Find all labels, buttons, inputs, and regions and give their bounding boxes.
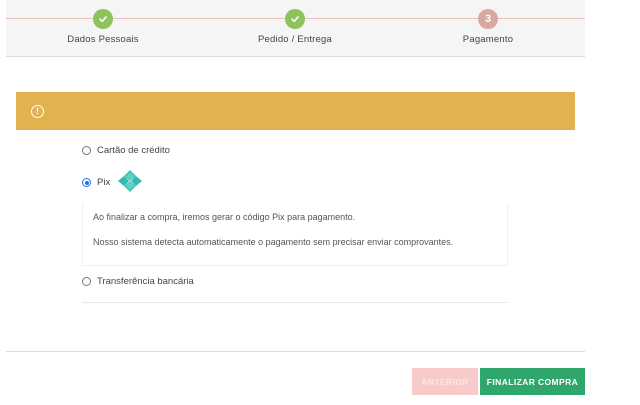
step-label: Dados Pessoais: [67, 34, 139, 45]
exclamation-icon: !: [31, 104, 44, 118]
pix-info-line2: Nosso sistema detecta automaticamente o …: [93, 237, 454, 247]
previous-button[interactable]: ANTERIOR: [412, 368, 478, 395]
divider: [6, 351, 585, 352]
option-label: Pix: [97, 177, 111, 188]
option-label: Cartão de crédito: [97, 145, 170, 156]
alert-banner: !: [16, 92, 575, 130]
step-pedido-entrega[interactable]: Pedido / Entrega: [215, 9, 375, 45]
step-label: Pagamento: [462, 34, 514, 45]
radio-cartao-credito[interactable]: [82, 146, 91, 155]
option-transferencia[interactable]: Transferência bancária: [82, 276, 194, 287]
radio-pix[interactable]: [82, 178, 91, 187]
pix-info-panel: Ao finalizar a compra, iremos gerar o có…: [82, 203, 508, 266]
divider: [82, 302, 508, 303]
step-number: 3: [478, 9, 498, 29]
radio-transferencia[interactable]: [82, 277, 91, 286]
step-pagamento[interactable]: 3 Pagamento: [408, 9, 568, 45]
check-icon: [285, 9, 305, 29]
finish-purchase-button[interactable]: FINALIZAR COMPRA: [480, 368, 585, 395]
option-pix[interactable]: Pix: [82, 169, 143, 196]
option-label: Transferência bancária: [97, 276, 194, 287]
step-label: Pedido / Entrega: [258, 34, 332, 45]
checkout-stepper: Dados Pessoais Pedido / Entrega 3 Pagame…: [6, 0, 585, 57]
check-icon: [93, 9, 113, 29]
step-dados-pessoais[interactable]: Dados Pessoais: [23, 9, 183, 45]
pix-info-line1: Ao finalizar a compra, iremos gerar o có…: [93, 212, 356, 222]
option-cartao-credito[interactable]: Cartão de crédito: [82, 145, 170, 156]
pix-logo-icon: [117, 169, 143, 196]
